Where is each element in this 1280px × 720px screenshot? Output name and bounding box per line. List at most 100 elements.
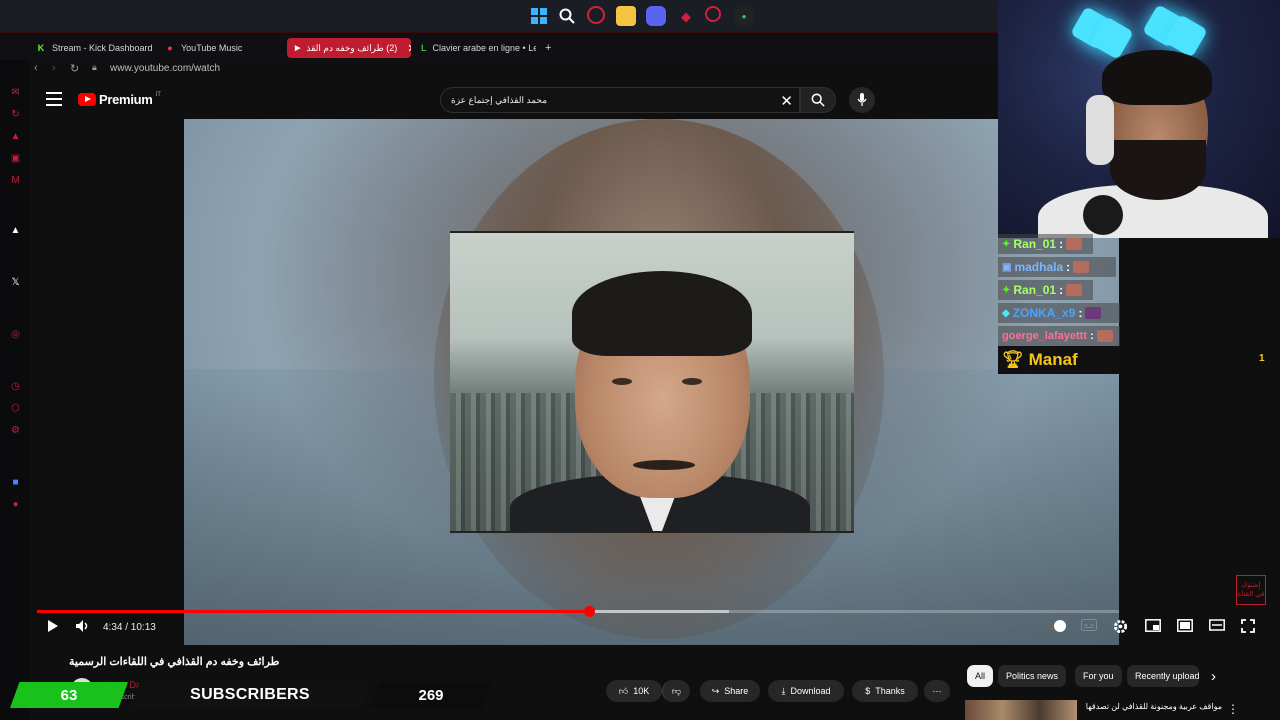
search-input[interactable]: محمد القذافي إجتماع عزة ✕	[440, 87, 800, 113]
related-title: مواقف عربية ومجنونة للقذافي لن تصدقها	[1085, 702, 1222, 711]
lock-icon: 🔒︎	[92, 62, 97, 72]
search-button[interactable]	[800, 87, 836, 113]
hamburger-menu-icon[interactable]	[46, 92, 62, 106]
subscriber-goal: 269	[370, 682, 492, 708]
fullscreen-icon[interactable]	[1241, 619, 1255, 636]
youtube-music-favicon-icon: ●	[167, 43, 173, 53]
video-player[interactable]	[184, 119, 1119, 645]
sidebar-shield-icon[interactable]: ■	[9, 476, 22, 489]
chat-badge-icon: ✦	[1002, 284, 1011, 296]
play-icon[interactable]	[47, 619, 59, 636]
dislike-button[interactable]: 👎︎	[662, 680, 690, 702]
video-subject-eye	[682, 378, 702, 385]
streamer-webcam	[998, 0, 1280, 238]
youtube-header: Premium IT محمد القذافي إجتماع عزة ✕	[30, 80, 998, 120]
sidebar-settings-icon[interactable]: ⚙	[9, 424, 22, 437]
autoplay-toggle[interactable]	[1043, 619, 1067, 636]
top-donor-name: Manaf	[1028, 350, 1078, 369]
sidebar-box-icon[interactable]: ⬡	[9, 402, 22, 415]
kick-favicon-icon: K	[37, 43, 45, 53]
sidebar-aria-icon[interactable]: ▲	[9, 224, 22, 237]
search-icon[interactable]	[557, 6, 577, 26]
video-frame-inset	[450, 231, 854, 533]
scrubber-handle[interactable]	[583, 606, 595, 617]
thumbs-up-icon: 👍︎	[618, 685, 629, 696]
sidebar-m-icon[interactable]: M	[9, 174, 22, 187]
share-button[interactable]: ↪ Share	[700, 680, 760, 702]
reload-icon[interactable]: ↻	[70, 62, 79, 75]
chat-message: goerge_lafayettt :	[998, 326, 1120, 346]
thanks-button[interactable]: $ Thanks	[852, 680, 918, 702]
sidebar-mail-icon[interactable]: ✉	[9, 86, 22, 99]
new-tab-button[interactable]: +	[545, 39, 557, 57]
video-subject-eye	[612, 378, 632, 385]
file-explorer-icon[interactable]	[616, 6, 636, 26]
subscriber-count: 63	[10, 682, 128, 708]
related-thumbnail	[965, 700, 1077, 720]
video-title: طرائف وخفه دم القذافي في اللقاءات الرسمي…	[69, 656, 280, 668]
settings-gear-icon[interactable]	[1113, 619, 1128, 637]
sidebar-history-icon[interactable]: ◷	[9, 380, 22, 393]
video-progress-bar[interactable]	[37, 606, 1119, 617]
search-query-text: محمد القذافي إجتماع عزة	[451, 95, 548, 105]
like-button[interactable]: 👍︎ 10K	[606, 680, 662, 702]
tab-label: Clavier arabe en ligne • Lexilogos	[432, 43, 537, 53]
related-more-icon[interactable]: ⋮	[1227, 702, 1239, 716]
miniplayer-icon[interactable]	[1145, 619, 1161, 635]
youtube-brand-text: Premium	[99, 92, 153, 107]
sidebar-player-icon[interactable]: ▣	[9, 152, 22, 165]
windows-start-icon[interactable]	[529, 6, 549, 26]
super-thanks-icon: $	[865, 686, 871, 696]
sidebar-refresh-icon[interactable]: ↻	[9, 108, 22, 121]
location-pin-icon[interactable]: ◆	[676, 6, 696, 26]
forward-icon[interactable]: ›	[52, 62, 56, 74]
like-count: 10K	[633, 686, 650, 696]
chip-all[interactable]: All	[967, 665, 994, 687]
top-donor-banner: 🏆︎ Manaf	[998, 346, 1120, 374]
sidebar-ublock-icon[interactable]: ●	[9, 498, 22, 511]
app-icon[interactable]: •	[734, 6, 754, 26]
close-tab-icon[interactable]: ✕	[407, 42, 411, 55]
chat-username: madhala	[1014, 260, 1064, 274]
chat-emote-icon	[1066, 284, 1083, 296]
cast-icon[interactable]	[1209, 619, 1225, 634]
chip-recently-uploaded[interactable]: Recently uploaded	[1127, 665, 1199, 687]
thanks-label: Thanks	[875, 686, 905, 696]
chips-next-icon[interactable]: ›	[1211, 668, 1216, 685]
sidebar-bag-icon[interactable]: ▲	[9, 130, 22, 143]
youtube-logo[interactable]: Premium IT	[78, 92, 161, 107]
more-actions-button[interactable]: ⋯	[924, 680, 950, 702]
browser-sidebar: ◯ ✉ ↻ ▲ ▣ M ▲ 𝕏 ◎ ◷ ⬡ ⚙ ■ ●	[0, 32, 30, 720]
sidebar-x-icon[interactable]: 𝕏	[9, 276, 22, 289]
theater-mode-icon[interactable]	[1177, 619, 1193, 635]
chat-message: ▣ madhala :	[998, 257, 1116, 277]
subtitles-icon[interactable]	[1081, 619, 1097, 634]
voice-search-button[interactable]	[849, 87, 875, 113]
related-video-item[interactable]: مواقف عربية ومجنونة للقذافي لن تصدقها ⋮	[965, 700, 1265, 720]
chat-message: ◆ ZONKA_x9 :	[998, 303, 1120, 323]
opera-browser-icon[interactable]	[587, 6, 605, 24]
url-field[interactable]: www.youtube.com/watch	[110, 63, 220, 74]
back-icon[interactable]: ‹	[34, 62, 38, 74]
video-subject-hair	[572, 271, 752, 356]
chat-badge-icon: ✦	[1002, 238, 1011, 250]
sidebar-target-icon[interactable]: ◎	[9, 328, 22, 341]
tab-youtube-music[interactable]: ● YouTube Music	[165, 39, 280, 57]
clock-app-icon[interactable]	[705, 6, 721, 22]
youtube-play-logo-icon	[78, 93, 96, 106]
chat-username: Ran_01	[1013, 283, 1057, 297]
volume-icon[interactable]	[75, 619, 91, 636]
chip-for-you[interactable]: For you	[1075, 665, 1122, 687]
share-label: Share	[724, 686, 749, 696]
chat-username: goerge_lafayettt	[1002, 330, 1087, 342]
download-button[interactable]: ⤓ Download	[768, 680, 844, 702]
chat-username: ZONKA_x9	[1012, 306, 1076, 320]
channel-watermark[interactable]: إشتوك في القناة	[1236, 575, 1266, 605]
clear-search-icon[interactable]: ✕	[780, 92, 793, 110]
chat-emote-icon	[1073, 261, 1090, 273]
tab-clavier-arabe[interactable]: L Clavier arabe en ligne • Lexilogos	[421, 39, 536, 57]
discord-icon[interactable]	[646, 6, 666, 26]
chip-politics-news[interactable]: Politics news	[998, 665, 1067, 687]
tab-kick-dashboard[interactable]: K Stream - Kick Dashboard	[36, 39, 161, 57]
tab-youtube-video[interactable]: ▶ (2) طرائف وخفه دم القذ ✕	[287, 38, 411, 58]
